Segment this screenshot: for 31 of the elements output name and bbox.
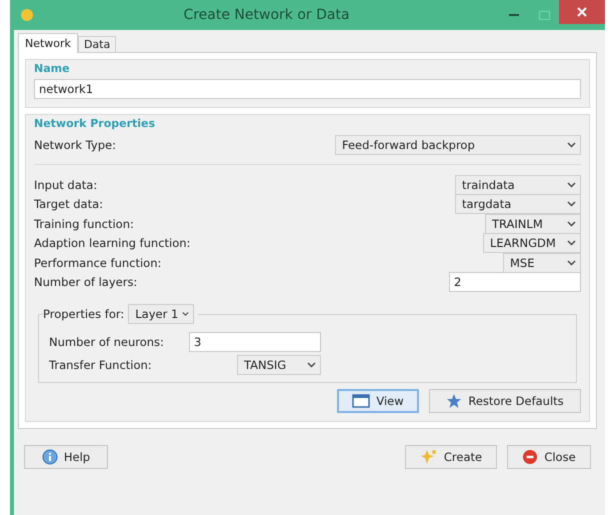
restore-defaults-button[interactable]: Restore Defaults — [429, 389, 581, 413]
field-label: Input data: — [34, 178, 98, 192]
field-label: Transfer Function: — [49, 358, 153, 372]
view-button[interactable]: View — [337, 389, 419, 413]
create-button[interactable]: Create — [405, 445, 497, 469]
window-title: Create Network or Data — [182, 7, 351, 23]
tab[interactable]: Data — [78, 36, 116, 52]
dropdown[interactable]: TRAINLM — [485, 214, 581, 234]
network-type-dropdown[interactable]: Feed-forward backprop — [335, 135, 581, 155]
input-field[interactable]: 2 — [449, 272, 581, 292]
dropdown[interactable]: LEARNGDM — [483, 233, 581, 254]
group-title: Name — [34, 62, 71, 75]
dropdown[interactable]: traindata — [455, 174, 581, 195]
help-button[interactable]: Help — [24, 445, 108, 469]
group-title: Network Properties — [34, 117, 156, 130]
field-label: Target data: — [34, 197, 104, 212]
field-label: Network Type: — [34, 138, 116, 152]
neurons-field[interactable]: 3 — [189, 332, 321, 352]
field-label: Number of neurons: — [49, 334, 165, 348]
field-label: Number of layers: — [34, 275, 138, 290]
dropdown[interactable]: targdata — [455, 194, 581, 214]
field-label: Properties for: — [43, 307, 124, 321]
transfer-dropdown[interactable]: TANSIG — [237, 354, 321, 374]
field-label: Adaption learning function: — [34, 236, 190, 250]
layer-dropdown[interactable]: Layer 1 — [128, 304, 194, 324]
field-label: Training function: — [34, 216, 134, 231]
tab[interactable]: Network — [18, 33, 78, 53]
field-label: Performance function: — [34, 256, 162, 270]
name-field[interactable]: network1 — [34, 79, 581, 99]
close-button[interactable]: Close — [507, 445, 591, 469]
dropdown[interactable]: MSE — [503, 252, 581, 273]
